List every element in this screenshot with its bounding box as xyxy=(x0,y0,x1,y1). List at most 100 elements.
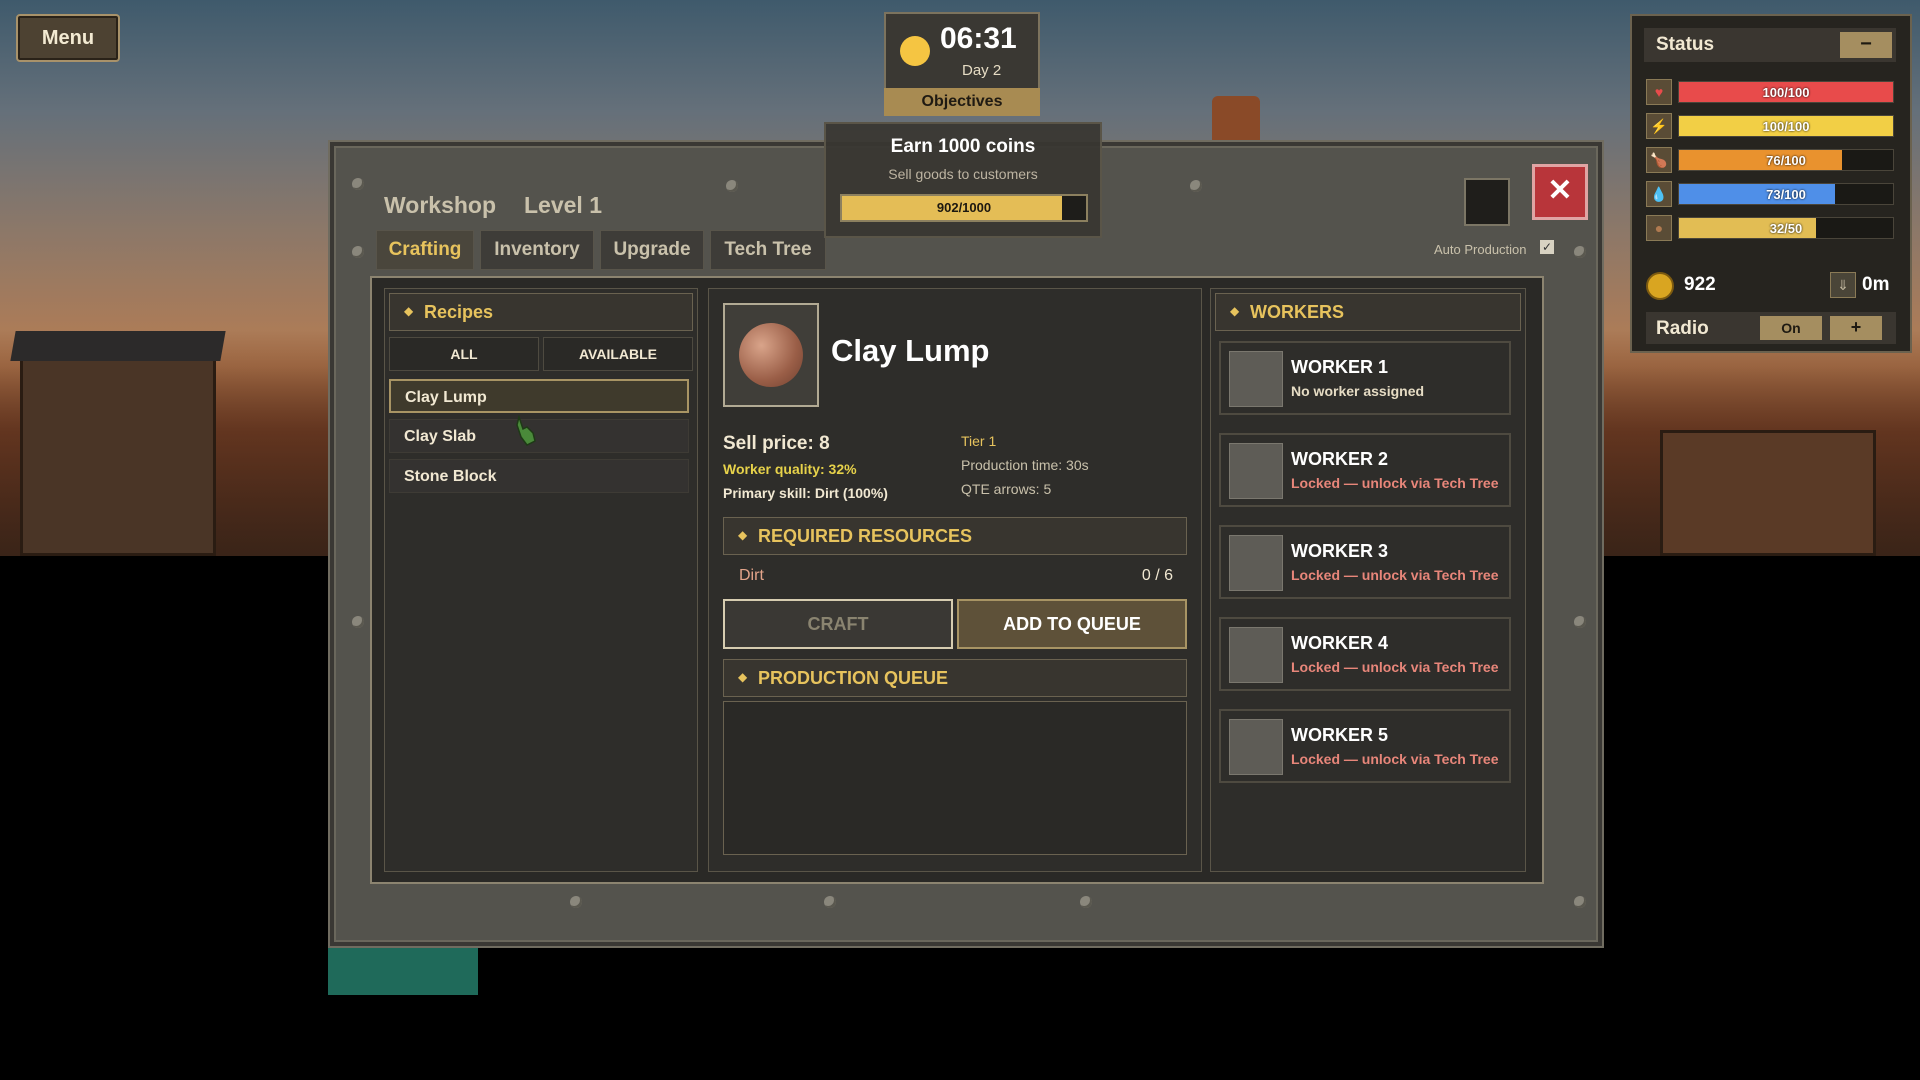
energy-value: 100/100 xyxy=(1762,119,1810,134)
lightning-icon: ⚡ xyxy=(1646,113,1672,139)
rivet xyxy=(1190,180,1202,192)
objectives-tab[interactable]: Objectives xyxy=(884,88,1040,116)
worker-state: Locked — unlock via Tech Tree xyxy=(1291,751,1499,767)
workshop-title: Workshop xyxy=(384,192,497,218)
rock-pillar xyxy=(1212,96,1260,140)
carry-bar: ● 32/50 xyxy=(1646,214,1896,242)
worker-portrait xyxy=(1229,443,1283,499)
production-queue-label: PRODUCTION QUEUE xyxy=(758,668,949,688)
status-panel: Status − ♥ 100/100 ⚡ 100/100 🍗 76/100 💧 … xyxy=(1630,14,1912,353)
production-time: Production time: 30s xyxy=(961,457,1089,473)
production-queue-header: ◆ PRODUCTION QUEUE xyxy=(723,659,1187,697)
worker-card-1[interactable]: WORKER 1 No worker assigned xyxy=(1219,341,1511,415)
rivet xyxy=(1574,616,1586,628)
diamond-icon: ◆ xyxy=(738,670,748,684)
filter-all-button[interactable]: ALL xyxy=(389,337,539,371)
worker-card-3[interactable]: WORKER 3 Locked — unlock via Tech Tree xyxy=(1219,525,1511,599)
worker-name: WORKER 3 xyxy=(1291,541,1389,561)
radio-label: Radio xyxy=(1656,318,1709,339)
heart-icon: ♥ xyxy=(1646,79,1672,105)
carry-value: 32/50 xyxy=(1769,221,1803,236)
objective-title: Earn 1000 coins xyxy=(890,136,1036,157)
close-button[interactable]: ✕ xyxy=(1532,164,1588,220)
water-drop-icon: 💧 xyxy=(1646,181,1672,207)
clock-time: 06:31 xyxy=(940,22,1017,55)
worker-portrait xyxy=(1229,535,1283,591)
resource-count: 0 / 6 xyxy=(1141,567,1173,584)
status-title: Status xyxy=(1656,34,1715,55)
workers-header: ◆ WORKERS xyxy=(1215,293,1521,331)
add-to-queue-button[interactable]: ADD TO QUEUE xyxy=(957,599,1187,649)
worker-card-2[interactable]: WORKER 2 Locked — unlock via Tech Tree xyxy=(1219,433,1511,507)
recipe-item-stone-block[interactable]: Stone Block xyxy=(389,459,689,493)
coins-row: 922 ⇓ 0m xyxy=(1646,270,1896,300)
clay-lump-icon xyxy=(739,323,803,387)
worker-state: Locked — unlock via Tech Tree xyxy=(1291,659,1499,675)
worker-name: WORKER 1 xyxy=(1291,357,1389,377)
status-header: Status − xyxy=(1644,28,1896,62)
shack-building xyxy=(1660,430,1876,556)
food-icon: 🍗 xyxy=(1646,147,1672,173)
worker-portrait xyxy=(1229,351,1283,407)
radio-row: Radio On + xyxy=(1646,312,1896,344)
rivet xyxy=(352,616,364,628)
recipe-item-clay-lump[interactable]: Clay Lump xyxy=(389,379,689,413)
filter-available-button[interactable]: AVAILABLE xyxy=(543,337,693,371)
recipe-detail-panel: Clay Lump Sell price: 8 Worker quality: … xyxy=(708,288,1202,872)
production-queue-list xyxy=(723,701,1187,855)
tab-crafting[interactable]: Crafting xyxy=(376,230,474,270)
workshop-slot[interactable] xyxy=(1464,178,1510,226)
workshop-level: Level 1 xyxy=(524,192,602,218)
recipes-panel: ◆ Recipes ALL AVAILABLE Clay Lump Clay S… xyxy=(384,288,698,872)
hand-cursor-icon xyxy=(516,415,536,446)
clock-panel: 06:31 Day 2 xyxy=(884,12,1040,90)
objective-subtitle: Sell goods to customers xyxy=(888,166,1038,182)
auto-production-checkbox[interactable]: ✓ xyxy=(1540,240,1554,254)
recipe-item-clay-slab[interactable]: Clay Slab xyxy=(389,419,689,453)
recipes-header: ◆ Recipes xyxy=(389,293,693,331)
coin-icon xyxy=(1646,272,1674,300)
recipes-header-label: Recipes xyxy=(424,302,494,322)
worker-state: Locked — unlock via Tech Tree xyxy=(1291,475,1499,491)
workshop-content: ◆ Recipes ALL AVAILABLE Clay Lump Clay S… xyxy=(370,276,1544,884)
auto-production-label: Auto Production xyxy=(1434,242,1527,257)
depth-icon: ⇓ xyxy=(1830,272,1856,298)
bag-icon: ● xyxy=(1646,215,1672,241)
worker-name: WORKER 4 xyxy=(1291,633,1389,653)
energy-bar: ⚡ 100/100 xyxy=(1646,112,1896,140)
minimize-button[interactable]: − xyxy=(1840,32,1892,58)
water-bar: 💧 73/100 xyxy=(1646,180,1896,208)
worker-portrait xyxy=(1229,627,1283,683)
tab-inventory[interactable]: Inventory xyxy=(480,230,594,270)
tab-upgrade[interactable]: Upgrade xyxy=(600,230,704,270)
diamond-icon: ◆ xyxy=(738,528,748,542)
workshop-window: Workshop Level 1 ✕ Crafting Inventory Up… xyxy=(330,142,1602,946)
craft-button[interactable]: CRAFT xyxy=(723,599,953,649)
rivet xyxy=(726,180,738,192)
water-value: 73/100 xyxy=(1766,187,1806,202)
worker-card-5[interactable]: WORKER 5 Locked — unlock via Tech Tree xyxy=(1219,709,1511,783)
diamond-icon: ◆ xyxy=(1230,304,1240,318)
worker-state: Locked — unlock via Tech Tree xyxy=(1291,567,1499,583)
sell-price: Sell price: 8 xyxy=(723,433,830,454)
food-bar: 🍗 76/100 xyxy=(1646,146,1896,174)
tab-tech-tree[interactable]: Tech Tree xyxy=(710,230,826,270)
item-name: Clay Lump xyxy=(831,333,990,368)
worker-name: WORKER 2 xyxy=(1291,449,1389,469)
health-value: 100/100 xyxy=(1762,85,1810,100)
rivet xyxy=(570,896,582,908)
workers-header-label: WORKERS xyxy=(1250,302,1344,322)
clock-day: Day 2 xyxy=(962,62,1002,79)
item-icon-frame xyxy=(723,303,819,407)
worker-portrait xyxy=(1229,719,1283,775)
radio-add-button[interactable]: + xyxy=(1830,316,1882,340)
coin-amount: 922 xyxy=(1684,274,1716,295)
objective-progress-bar: 902/1000 xyxy=(840,194,1088,222)
menu-button[interactable]: Menu xyxy=(16,14,120,62)
workers-panel: ◆ WORKERS WORKER 1 No worker assigned WO… xyxy=(1210,288,1526,872)
worker-card-4[interactable]: WORKER 4 Locked — unlock via Tech Tree xyxy=(1219,617,1511,691)
goblin-inn-building xyxy=(10,331,226,556)
worker-quality: Worker quality: 32% xyxy=(723,461,857,477)
resource-name: Dirt xyxy=(739,567,764,584)
radio-toggle-button[interactable]: On xyxy=(1760,316,1822,340)
